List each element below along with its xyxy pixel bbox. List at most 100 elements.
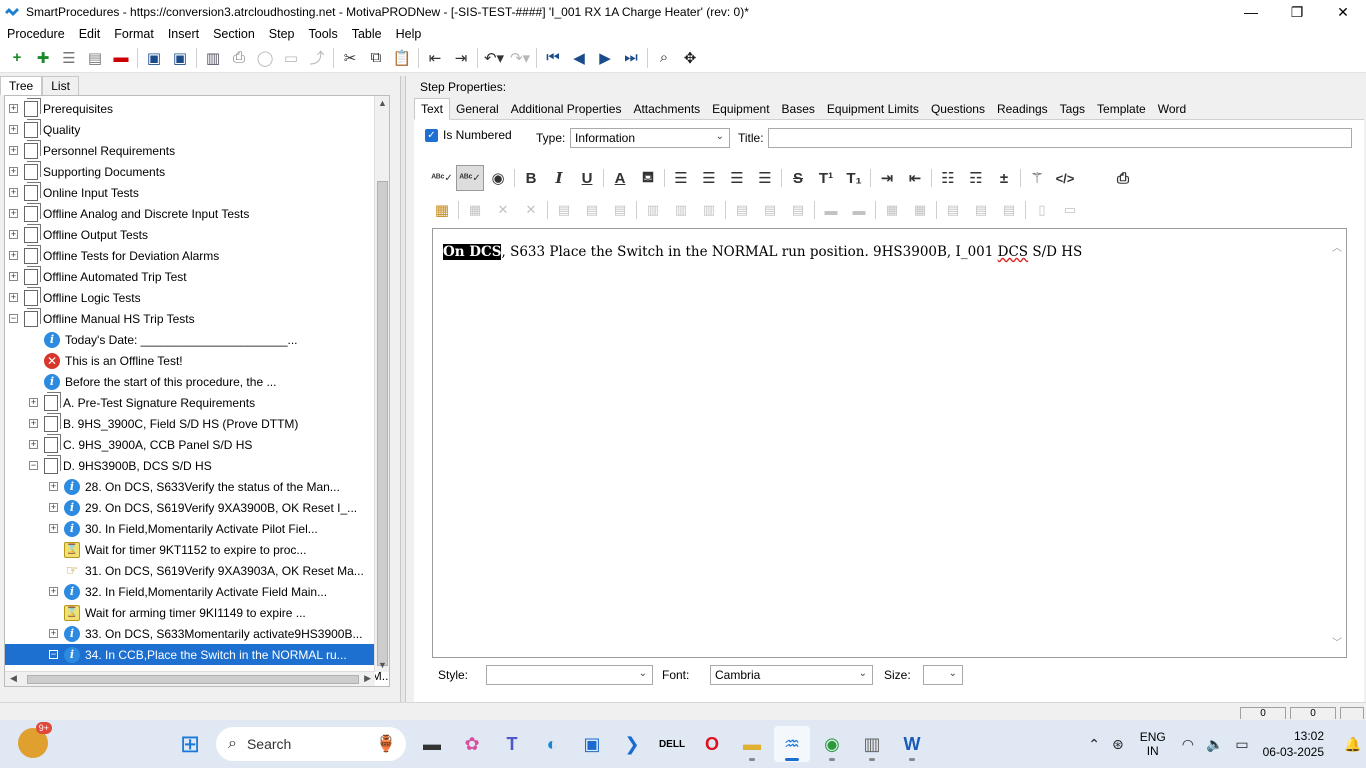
menu-tools[interactable]: Tools [302,27,345,41]
tree-row[interactable]: ☞ 31. On DCS, S619Verify 9XA3903A, OK Res… [5,560,375,581]
step-text-editor[interactable]: On DCS, S633 Place the Switch in the NOR… [432,228,1347,658]
insert-row-below-icon[interactable]: ▤ [756,197,784,223]
highlight-color-icon[interactable]: ⛾ [634,165,662,191]
delete-icon[interactable]: ▬ [108,46,134,70]
record-icon[interactable]: ◉ [484,165,512,191]
collapse-icon[interactable]: − [29,461,38,470]
tree-row[interactable]: + Personnel Requirements [5,140,375,161]
insert-row-above-icon[interactable]: ▤ [728,197,756,223]
expand-icon[interactable]: + [9,125,18,134]
add-step-icon[interactable]: + [4,46,30,70]
collapse-icon[interactable]: − [49,650,58,659]
menu-format[interactable]: Format [107,27,161,41]
tab-readings[interactable]: Readings [991,99,1054,119]
section-outline-icon[interactable]: ▤ [82,46,108,70]
cell-style-icon[interactable]: ▤ [606,197,634,223]
insert-special-icon[interactable]: ± [990,165,1018,191]
menu-help[interactable]: Help [389,27,429,41]
tree-row[interactable]: + B. 9HS_3900C, Field S/D HS (Prove DTTM) [5,413,375,434]
expand-icon[interactable]: + [49,503,58,512]
save-icon[interactable]: ▣ [141,46,167,70]
tree-row[interactable]: + A. Pre-Test Signature Requirements [5,392,375,413]
html-source-icon[interactable]: </> [1051,165,1079,191]
link-icon[interactable]: ⤴ [304,46,330,70]
expand-icon[interactable]: + [29,440,38,449]
battery-icon[interactable]: ▭ [1235,736,1248,753]
menu-edit[interactable]: Edit [72,27,108,41]
menu-procedure[interactable]: Procedure [0,27,72,41]
tree-row[interactable]: − i 34. In CCB,Place the Switch in the NOR… [5,644,375,665]
justify-icon[interactable]: ☰ [751,165,779,191]
bold-icon[interactable]: B [517,165,545,191]
tree-row[interactable]: ⌛ Wait for arming timer 9KI1149 to expire… [5,602,375,623]
tree-row[interactable]: + i 32. In Field,Momentarily Activate Fiel… [5,581,375,602]
tree-row[interactable]: + Online Input Tests [5,182,375,203]
app-icon[interactable]: ▥ [854,726,890,762]
clock[interactable]: 13:02 06-03-2025 [1263,728,1324,760]
subscript-icon[interactable]: T₁ [840,165,868,191]
tab-bases[interactable]: Bases [776,99,821,119]
row-height-icon[interactable]: ▭ [1056,197,1084,223]
print-icon[interactable]: ⎙ [226,46,252,70]
insert-col-right-icon[interactable]: ▥ [667,197,695,223]
language-indicator[interactable]: ENG IN [1140,730,1166,758]
tab-attachments[interactable]: Attachments [627,99,706,119]
menu-table[interactable]: Table [345,27,389,41]
tab-tree[interactable]: Tree [0,76,43,95]
chevron-down-icon[interactable]: ﹀ [1332,634,1342,649]
decrease-indent-icon[interactable]: ⇤ [901,165,929,191]
size-select[interactable]: ⌄ [923,665,963,685]
delete-cell-icon[interactable]: ✕ [517,197,545,223]
last-icon[interactable]: ⏭ [618,46,644,70]
save-all-icon[interactable]: ▣ [167,46,193,70]
delete-col-icon[interactable]: ▥ [695,197,723,223]
tree-row[interactable]: + i 30. In Field,Momentarily Activate Pilo… [5,518,375,539]
tree-row[interactable]: + Offline Tests for Deviation Alarms [5,245,375,266]
indent-icon[interactable]: ⇥ [448,46,474,70]
tab-questions[interactable]: Questions [925,99,991,119]
magic-wand-icon[interactable]: ⚚ [1023,165,1051,191]
style-select[interactable]: ⌄ [486,665,653,685]
expand-icon[interactable]: + [49,629,58,638]
chevron-up-icon[interactable]: ⌃ [1088,736,1100,753]
copy-icon[interactable]: ⧉ [363,46,389,70]
cut-icon[interactable]: ✂ [337,46,363,70]
tree-row[interactable]: i Before the start of this procedure, the… [5,371,375,392]
numbered-list-icon[interactable]: ☶ [962,165,990,191]
tree-row[interactable]: + C. 9HS_3900A, CCB Panel S/D HS [5,434,375,455]
volume-icon[interactable]: 🔈 [1206,736,1223,753]
collapse-icon[interactable]: − [9,314,18,323]
tree-row[interactable]: + i 29. On DCS, S619Verify 9XA3900B, OK Re… [5,497,375,518]
tab-general[interactable]: General [450,99,505,119]
copilot-icon[interactable]: ✿ [454,726,490,762]
paste-icon[interactable]: 📋 [389,46,415,70]
tab-text[interactable]: Text [414,97,451,120]
section-list-icon[interactable]: ☰ [56,46,82,70]
tree-row[interactable]: + i 33. On DCS, S633Momentarily activate9H… [5,623,375,644]
expand-icon[interactable]: + [9,209,18,218]
cell-icon[interactable]: ▤ [550,197,578,223]
expand-icon[interactable]: + [49,482,58,491]
outdent-icon[interactable]: ⇤ [422,46,448,70]
expand-icon[interactable]: + [29,398,38,407]
bullet-list-icon[interactable]: ☷ [934,165,962,191]
valign-middle-icon[interactable]: ▤ [967,197,995,223]
align-right-icon[interactable]: ☰ [723,165,751,191]
expand-icon[interactable]: + [9,293,18,302]
expand-icon[interactable]: + [29,419,38,428]
wifi-icon[interactable]: ◠ [1182,736,1194,753]
tree-row[interactable]: + Offline Output Tests [5,224,375,245]
insert-col-left-icon[interactable]: ▥ [639,197,667,223]
smartprocedures-taskbar-icon[interactable]: ♒ [774,726,810,762]
is-numbered-checkbox[interactable]: ✓ [425,128,438,142]
chevron-up-icon[interactable]: ︿ [1332,239,1342,254]
expand-icon[interactable]: + [49,524,58,533]
window-icon[interactable]: ▭ [278,46,304,70]
undo-icon[interactable]: ↶▾ [481,46,507,70]
strikethrough-icon[interactable]: S [784,165,812,191]
opera-icon[interactable]: O [694,726,730,762]
scroll-up-icon[interactable]: ▲ [378,98,387,108]
security-icon[interactable]: ⊛ [1112,736,1124,753]
tree-row[interactable]: + Offline Logic Tests [5,287,375,308]
editor-scrollbar[interactable]: ︿ ﹀ [1332,239,1344,649]
